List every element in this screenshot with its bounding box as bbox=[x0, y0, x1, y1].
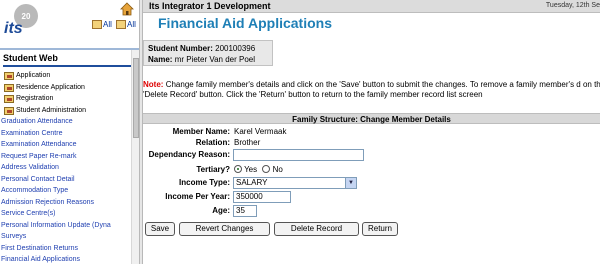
menu-link-request-paper-remark[interactable]: Request Paper Re-mark bbox=[0, 151, 139, 163]
student-info-box: Student Number: 200100396 Name: mr Piete… bbox=[143, 40, 273, 66]
family-member-form: Family Structure: Change Member Details … bbox=[143, 113, 600, 218]
app-title: Its Integrator 1 Development bbox=[149, 1, 271, 11]
menu-link-surveys[interactable]: Surveys bbox=[0, 231, 139, 243]
relation-row: Relation: Brother bbox=[143, 137, 600, 148]
menu-item-registration[interactable]: Registration bbox=[0, 93, 139, 105]
quick-link-all-1[interactable]: All bbox=[92, 20, 112, 29]
menu-link-examination-attendance[interactable]: Examination Attendance bbox=[0, 139, 139, 151]
sidebar-menu: Application Residence Application Regist… bbox=[0, 70, 139, 264]
menu-link-accommodation-type[interactable]: Accommodation Type bbox=[0, 185, 139, 197]
page-title: Financial Aid Applications bbox=[158, 15, 332, 31]
folder-all-icon bbox=[116, 20, 126, 29]
menu-link-admission-rejection-reasons[interactable]: Admission Rejection Reasons bbox=[0, 197, 139, 209]
income-year-label: Income Per Year: bbox=[165, 192, 230, 201]
folder-icon bbox=[4, 95, 14, 103]
top-bar: Its Integrator 1 Development Tuesday, 12… bbox=[143, 0, 600, 13]
folder-icon bbox=[4, 72, 14, 80]
note-text: Change family member's details and click… bbox=[143, 80, 600, 99]
age-input[interactable]: 35 bbox=[233, 205, 257, 217]
dependancy-row: Dependancy Reason: bbox=[143, 148, 600, 162]
quick-link-label: All bbox=[127, 20, 136, 29]
menu-item-student-administration[interactable]: Student Administration bbox=[0, 105, 139, 117]
left-navigation-frame: 20 its All All Student Web Application R… bbox=[0, 0, 139, 264]
student-number-label: Student Number: bbox=[148, 44, 213, 53]
income-type-select[interactable]: SALARY ▼ bbox=[233, 177, 357, 189]
member-name-value: Karel Vermaak bbox=[234, 127, 287, 136]
tertiary-no-label: No bbox=[272, 165, 283, 174]
menu-item-residence-application[interactable]: Residence Application bbox=[0, 82, 139, 94]
menu-item-label: Application bbox=[16, 72, 51, 79]
instruction-note: Note: Change family member's details and… bbox=[143, 80, 600, 100]
member-name-label: Member Name: bbox=[172, 127, 230, 136]
menu-link-personal-information-update[interactable]: Personal Information Update (Dyna bbox=[0, 220, 139, 232]
student-number: 200100396 bbox=[215, 44, 256, 53]
menu-item-label: Registration bbox=[16, 95, 54, 102]
income-per-year-input[interactable]: 350000 bbox=[233, 191, 291, 203]
delete-record-button[interactable]: Delete Record bbox=[274, 222, 359, 236]
main-content: Its Integrator 1 Development Tuesday, 12… bbox=[143, 0, 600, 264]
folder-open-icon bbox=[4, 106, 14, 115]
tertiary-yes-label: Yes bbox=[244, 165, 258, 174]
sidebar-scrollbar[interactable] bbox=[131, 50, 139, 264]
student-number-line: Student Number: 200100396 bbox=[148, 43, 268, 54]
quick-link-all-2[interactable]: All bbox=[116, 20, 136, 29]
relation-value: Brother bbox=[234, 138, 261, 147]
quick-link-label: All bbox=[103, 20, 112, 29]
save-button[interactable]: Save bbox=[145, 222, 175, 236]
menu-link-address-validation[interactable]: Address Validation bbox=[0, 162, 139, 174]
age-label: Age: bbox=[212, 206, 230, 215]
menu-link-examination-centre[interactable]: Examination Centre bbox=[0, 128, 139, 140]
logo-badge: 20 bbox=[22, 12, 31, 21]
menu-item-label: Residence Application bbox=[16, 83, 85, 91]
menu-item-label: Student Administration bbox=[16, 106, 87, 114]
menu-link-graduation-attendance[interactable]: Graduation Attendance bbox=[0, 116, 139, 128]
left-header: 20 its All All bbox=[0, 0, 139, 48]
income-type-value: SALARY bbox=[236, 178, 268, 187]
menu-link-financial-aid-applications[interactable]: Financial Aid Applications bbox=[0, 254, 139, 264]
tertiary-yes-radio[interactable] bbox=[234, 165, 242, 173]
section-title: Student Web bbox=[3, 53, 139, 67]
menu-item-application[interactable]: Application bbox=[0, 70, 139, 82]
income-type-label: Income Type: bbox=[179, 178, 230, 187]
income-type-row: Income Type: SALARY ▼ bbox=[143, 176, 600, 190]
tertiary-options: Yes No bbox=[234, 164, 283, 175]
its-logo: 20 its bbox=[4, 4, 38, 37]
member-name-row: Member Name: Karel Vermaak bbox=[143, 126, 600, 137]
tertiary-label: Tertiary? bbox=[196, 165, 230, 174]
form-header: Family Structure: Change Member Details bbox=[143, 113, 600, 124]
relation-label: Relation: bbox=[195, 138, 230, 147]
tertiary-no-radio[interactable] bbox=[262, 165, 271, 173]
revert-changes-button[interactable]: Revert Changes bbox=[179, 222, 270, 236]
chevron-down-icon[interactable]: ▼ bbox=[345, 178, 356, 188]
tertiary-row: Tertiary? Yes No bbox=[143, 162, 600, 176]
dependancy-reason-input[interactable] bbox=[233, 149, 364, 161]
age-row: Age: 35 bbox=[143, 204, 600, 218]
income-year-row: Income Per Year: 350000 bbox=[143, 190, 600, 204]
folder-icon bbox=[4, 83, 14, 92]
left-separator bbox=[0, 48, 139, 50]
home-icon[interactable] bbox=[120, 2, 134, 16]
menu-link-personal-contact-detail[interactable]: Personal Contact Detail bbox=[0, 174, 139, 186]
logo-text: its bbox=[4, 20, 23, 37]
menu-link-first-destination-returns[interactable]: First Destination Returns bbox=[0, 243, 139, 255]
student-name: mr Pieter Van der Poel bbox=[174, 55, 256, 64]
return-button[interactable]: Return bbox=[362, 222, 398, 236]
student-name-label: Name: bbox=[148, 55, 173, 64]
student-name-line: Name: mr Pieter Van der Poel bbox=[148, 54, 268, 65]
date-stamp: Tuesday, 12th Se bbox=[545, 2, 600, 9]
menu-link-service-centres[interactable]: Service Centre(s) bbox=[0, 208, 139, 220]
note-label: Note: bbox=[143, 80, 164, 89]
folder-all-icon bbox=[92, 20, 102, 29]
dependancy-label: Dependancy Reason: bbox=[148, 150, 230, 159]
